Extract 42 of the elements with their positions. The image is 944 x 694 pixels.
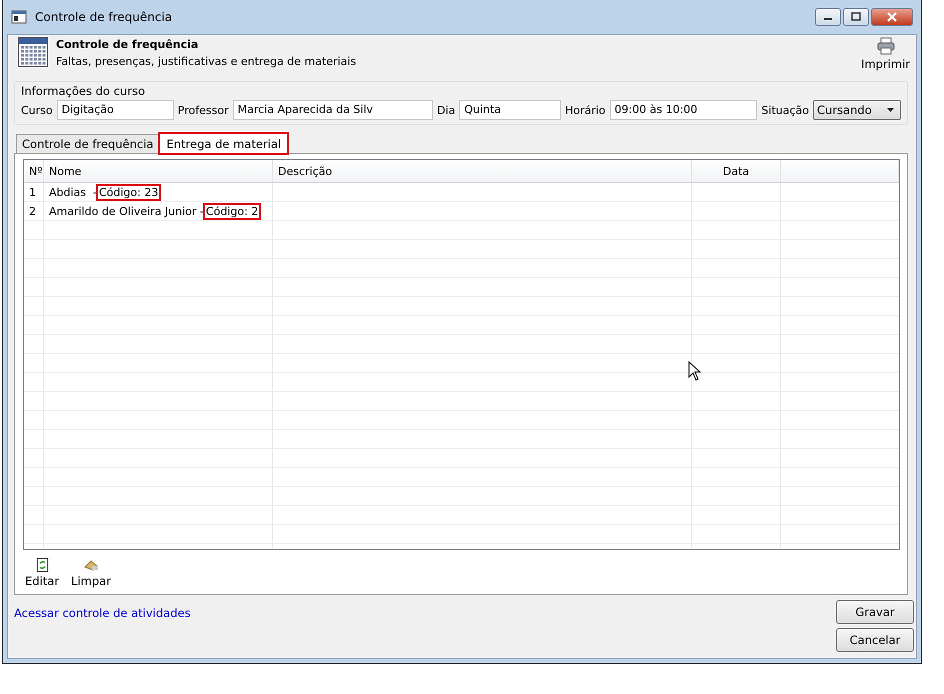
print-button[interactable]: Imprimir xyxy=(859,37,912,71)
column-header[interactable]: Nome xyxy=(44,160,273,182)
document-refresh-icon xyxy=(34,558,50,572)
tab[interactable]: Entrega de material xyxy=(159,133,288,154)
close-icon xyxy=(886,12,898,22)
table-cell: 2 xyxy=(24,202,44,220)
input-field[interactable]: Quinta xyxy=(459,100,561,120)
input-field[interactable]: Marcia Aparecida da Silv xyxy=(232,100,433,120)
code-text: Código: 23 xyxy=(96,184,160,200)
dialog-button[interactable]: Cancelar xyxy=(836,628,914,652)
header-title: Controle de frequência xyxy=(56,38,200,51)
close-button[interactable] xyxy=(871,8,913,26)
tab[interactable]: Controle de frequência xyxy=(16,134,160,153)
maximize-button[interactable] xyxy=(843,8,869,26)
eraser-icon xyxy=(82,558,99,572)
field-label: Curso xyxy=(21,104,53,116)
field-label: Professor xyxy=(178,104,229,116)
edit-button[interactable]: Editar xyxy=(23,558,62,588)
clear-button[interactable]: Limpar xyxy=(69,558,113,588)
printer-icon xyxy=(876,37,895,55)
column-header[interactable]: Descrição xyxy=(273,160,692,182)
input-field[interactable]: Digitação xyxy=(56,100,174,120)
field-label: Horário xyxy=(564,104,606,116)
maximize-icon xyxy=(850,12,862,22)
table-cell: 1 xyxy=(24,183,44,201)
activities-link[interactable]: Acessar controle de atividades xyxy=(14,606,191,652)
dialog-button[interactable]: Gravar xyxy=(836,600,914,624)
group-label: Informações do curso xyxy=(21,84,146,98)
column-header[interactable]: Nº xyxy=(24,160,44,182)
window-title: Controle de frequência xyxy=(35,10,174,24)
code-text: Código: 2 xyxy=(204,204,260,218)
field-label: Dia xyxy=(436,104,456,116)
cursor-icon xyxy=(688,361,701,381)
calendar-icon xyxy=(18,37,48,67)
field-label: Situação xyxy=(761,104,810,116)
header-subtitle: Faltas, presenças, justificativas e entrega de materiais xyxy=(56,55,358,68)
minimize-button[interactable] xyxy=(815,8,841,26)
input-field[interactable]: 09:00 às 10:00 xyxy=(610,100,758,120)
column-header[interactable]: Data xyxy=(692,160,781,182)
window-icon xyxy=(11,10,27,24)
status-dropdown[interactable]: Cursando xyxy=(813,100,902,120)
dropdown-arrow-icon xyxy=(886,107,896,113)
